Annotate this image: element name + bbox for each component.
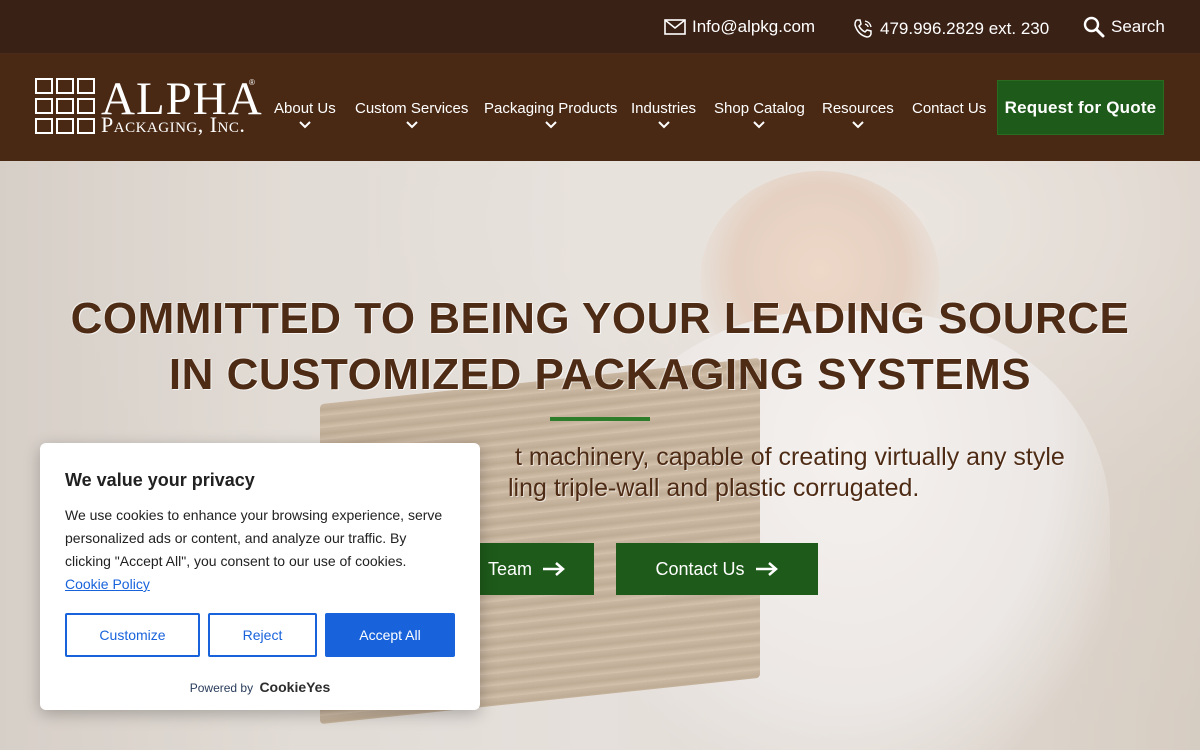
- nav-packaging-products[interactable]: Packaging Products: [484, 100, 617, 129]
- logo-trademark: ®: [249, 78, 255, 87]
- nav-resources[interactable]: Resources: [822, 100, 894, 129]
- main-nav: ALPHA ® Packaging, Inc. About Us Custom …: [0, 54, 1200, 161]
- chevron-down-icon: [657, 121, 670, 129]
- nav-contact-us[interactable]: Contact Us: [912, 100, 986, 117]
- logo[interactable]: ALPHA ® Packaging, Inc.: [35, 76, 262, 140]
- logo-grid-icon: [35, 78, 97, 136]
- envelope-icon: [664, 19, 686, 35]
- email-text: Info@alpkg.com: [692, 17, 816, 36]
- reject-button[interactable]: Reject: [208, 613, 317, 657]
- nav-about-us[interactable]: About Us: [274, 100, 336, 129]
- arrow-right-icon: [755, 562, 778, 576]
- arrow-right-icon: [543, 562, 565, 576]
- cookie-description: We use cookies to enhance your browsing …: [65, 504, 450, 596]
- search-button[interactable]: Search: [1083, 15, 1165, 39]
- phone-link[interactable]: 479.996.2829 ext. 230: [852, 17, 1049, 41]
- nav-label: Resources: [822, 100, 894, 117]
- nav-industries[interactable]: Industries: [631, 100, 696, 129]
- chevron-down-icon: [753, 121, 766, 129]
- nav-label: Custom Services: [355, 100, 469, 117]
- phone-text: 479.996.2829 ext. 230: [880, 19, 1050, 38]
- powered-by-label: Powered by: [189, 681, 254, 695]
- chevron-down-icon: [544, 121, 557, 129]
- logo-subtitle: Packaging, Inc.: [101, 112, 246, 137]
- nav-custom-services[interactable]: Custom Services: [355, 100, 468, 129]
- cookie-text: We use cookies to enhance your browsing …: [65, 507, 443, 569]
- accept-all-button[interactable]: Accept All: [325, 613, 455, 657]
- cookie-title: We value your privacy: [65, 470, 255, 490]
- hero-divider: [550, 417, 650, 421]
- email-link[interactable]: Info@alpkg.com: [664, 15, 815, 39]
- search-icon: [1083, 16, 1105, 38]
- hero-title-line-2: IN CUSTOMIZED PACKAGING SYSTEMS: [168, 350, 1032, 399]
- powered-by: Powered by CookieYes: [40, 679, 480, 695]
- contact-us-button[interactable]: Contact Us: [616, 543, 818, 595]
- chevron-down-icon: [852, 121, 864, 129]
- nav-label: Packaging Products: [484, 100, 618, 117]
- nav-shop-catalog[interactable]: Shop Catalog: [714, 100, 805, 129]
- chevron-down-icon: [405, 121, 418, 129]
- phone-icon: [854, 19, 872, 38]
- chevron-down-icon: [299, 121, 311, 129]
- request-quote-button[interactable]: Request for Quote: [997, 80, 1164, 135]
- hero-title-line-1: COMMITTED TO BEING YOUR LEADING SOURCE: [70, 294, 1130, 343]
- nav-label: Shop Catalog: [714, 100, 805, 117]
- nav-label: Contact Us: [912, 100, 987, 117]
- cookie-policy-link[interactable]: Cookie Policy: [65, 576, 150, 592]
- nav-label: About Us: [274, 100, 336, 117]
- search-label: Search: [1111, 17, 1165, 36]
- utility-bar: Info@alpkg.com 479.996.2829 ext. 230 Sea…: [0, 0, 1200, 54]
- cookieyes-logo[interactable]: CookieYes: [259, 679, 330, 695]
- hero-title: COMMITTED TO BEING YOUR LEADING SOURCE I…: [40, 291, 1160, 403]
- cookie-consent-banner: We value your privacy We use cookies to …: [40, 443, 480, 710]
- team-button-label: Team: [487, 558, 532, 579]
- contact-button-label: Contact Us: [655, 558, 745, 579]
- customize-button[interactable]: Customize: [65, 613, 200, 657]
- nav-label: Industries: [631, 100, 697, 117]
